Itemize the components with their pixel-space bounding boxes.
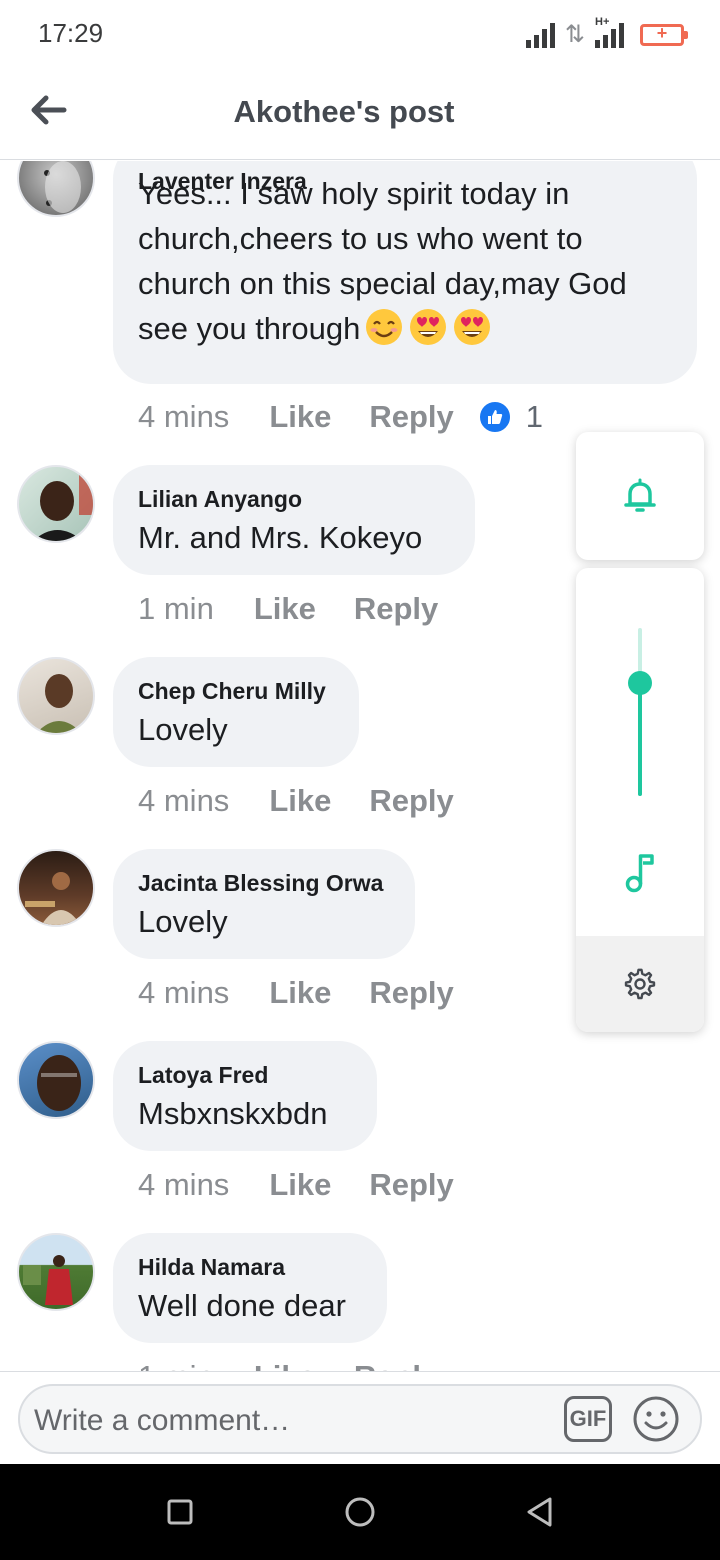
- like-button[interactable]: Like: [269, 399, 331, 435]
- comment-bubble[interactable]: Hilda Namara Well done dear: [113, 1233, 387, 1343]
- comment-text: Lovely: [138, 904, 228, 939]
- avatar-photo: [23, 1255, 73, 1305]
- reply-button[interactable]: Reply: [369, 399, 453, 435]
- signal-icon: [525, 22, 555, 48]
- comment-meta: 4 mins Like Reply: [138, 783, 454, 819]
- status-time: 17:29: [38, 18, 104, 48]
- comment-meta: 4 mins Like Reply: [138, 975, 454, 1011]
- avatar-photo: [37, 1055, 81, 1111]
- comment-bubble[interactable]: Jacinta Blessing Orwa Lovely: [113, 849, 415, 959]
- status-icons: ⇅ H+ +: [525, 16, 688, 48]
- comment-meta: 1 min Like Reply: [138, 591, 438, 627]
- heart-eyes-emoji-icon: [454, 309, 491, 345]
- reply-button[interactable]: Reply: [369, 975, 453, 1011]
- recents-square-icon[interactable]: [162, 1494, 198, 1530]
- comment-text: Mr. and Mrs. Kokeyo: [138, 520, 423, 555]
- page-title: Akothee's post: [233, 94, 455, 129]
- avatar-photo: [36, 674, 82, 733]
- smiley-icon[interactable]: [632, 1395, 680, 1443]
- comment-time[interactable]: 1 min: [138, 591, 214, 627]
- network-type-label: H+: [595, 16, 610, 28]
- comment-text-line: Yees... I saw holy spirit today in: [138, 176, 570, 211]
- like-button[interactable]: Like: [269, 975, 331, 1011]
- comment-meta: 4 mins Like Reply: [138, 1167, 454, 1203]
- comment-input[interactable]: Write a comment… GIF: [18, 1384, 702, 1454]
- battery-charging-icon: +: [640, 23, 688, 46]
- comment-input-placeholder: Write a comment…: [34, 1404, 291, 1437]
- back-triangle-icon[interactable]: [522, 1494, 558, 1530]
- volume-slider-fill: [638, 683, 642, 796]
- like-button[interactable]: Like: [269, 1167, 331, 1203]
- heart-eyes-emoji-icon: [410, 309, 447, 345]
- comment-text: Well done dear: [138, 1288, 346, 1323]
- comment-text-line: church on this special day,may God: [138, 266, 627, 301]
- signal-hplus-icon: H+: [595, 16, 624, 48]
- comment-text: Lovely: [138, 712, 228, 747]
- gear-icon: [624, 968, 656, 1000]
- comment-time[interactable]: 1 min: [138, 1359, 214, 1371]
- avatar[interactable]: [17, 1041, 95, 1119]
- avatar[interactable]: [17, 1233, 95, 1311]
- system-nav-bar: [0, 1464, 720, 1560]
- avatar-photo: [33, 475, 93, 541]
- volume-slider-thumb[interactable]: [628, 671, 652, 696]
- avatar[interactable]: [17, 161, 95, 217]
- bell-icon: [624, 478, 656, 512]
- data-arrows-icon: ⇅: [564, 21, 585, 48]
- comment-author[interactable]: Lilian Anyango: [138, 486, 302, 513]
- like-button[interactable]: Like: [269, 783, 331, 819]
- comment-time[interactable]: 4 mins: [138, 783, 229, 819]
- gif-button[interactable]: GIF: [564, 1396, 612, 1442]
- comment-bubble[interactable]: Laventer Inzera Yees... I saw holy spiri…: [113, 161, 697, 384]
- comment-time[interactable]: 4 mins: [138, 975, 229, 1011]
- reply-button[interactable]: Reply: [354, 591, 438, 627]
- comment-bubble[interactable]: Chep Cheru Milly Lovely: [113, 657, 359, 767]
- comment-text-line-last: see you through: [138, 306, 627, 351]
- volume-panel: [576, 568, 704, 1032]
- like-button[interactable]: Like: [254, 1359, 316, 1371]
- header: Akothee's post: [0, 66, 720, 160]
- comment-composer: Write a comment… GIF: [0, 1371, 720, 1464]
- like-reaction-icon: [477, 400, 512, 434]
- comment-author[interactable]: Jacinta Blessing Orwa: [138, 870, 383, 897]
- volume-settings-button[interactable]: [576, 936, 704, 1032]
- reaction-count: 1: [525, 399, 544, 434]
- comment-bubble[interactable]: Lilian Anyango Mr. and Mrs. Kokeyo: [113, 465, 475, 575]
- home-circle-icon[interactable]: [342, 1494, 378, 1530]
- comment-meta: 4 mins Like Reply 1: [138, 399, 543, 435]
- reply-button[interactable]: Reply: [354, 1359, 438, 1371]
- comment-text-line: church,cheers to us who went to: [138, 221, 583, 256]
- comment-time[interactable]: 4 mins: [138, 399, 229, 435]
- comment-text: Msbxnskxbdn: [138, 1096, 328, 1131]
- comment-text-line: see you through: [138, 311, 361, 346]
- comment-meta: 1 min Like Reply: [138, 1359, 438, 1371]
- volume-slider-track[interactable]: [638, 628, 642, 796]
- avatar-photo: [25, 872, 81, 925]
- volume-ringer-button[interactable]: [576, 432, 704, 560]
- like-button[interactable]: Like: [254, 591, 316, 627]
- smiling-face-with-smiling-eyes-emoji-icon: [366, 309, 403, 345]
- reaction-summary[interactable]: 1: [477, 399, 544, 435]
- comment-author[interactable]: Latoya Fred: [138, 1062, 268, 1089]
- comment-time[interactable]: 4 mins: [138, 1167, 229, 1203]
- comment-bubble[interactable]: Latoya Fred Msbxnskxbdn: [113, 1041, 377, 1151]
- avatar[interactable]: [17, 849, 95, 927]
- status-bar: 17:29 ⇅ H+ +: [0, 0, 720, 66]
- reply-button[interactable]: Reply: [369, 1167, 453, 1203]
- comment-author[interactable]: Chep Cheru Milly: [138, 678, 326, 705]
- reply-button[interactable]: Reply: [369, 783, 453, 819]
- comment-author[interactable]: Hilda Namara: [138, 1254, 285, 1281]
- music-note-icon[interactable]: [622, 850, 662, 894]
- avatar[interactable]: [17, 465, 95, 543]
- avatar-photo: [44, 161, 81, 213]
- avatar[interactable]: [17, 657, 95, 735]
